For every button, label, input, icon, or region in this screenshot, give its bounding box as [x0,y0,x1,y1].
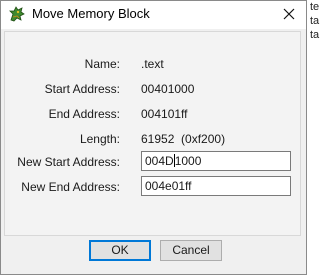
end-address-label: End Address: [48,107,120,121]
title-bar[interactable]: Move Memory Block [1,1,306,29]
new-start-address-input[interactable]: 004D1000 [141,151,291,171]
new-start-text-after-caret: 1000 [174,154,202,168]
ok-button[interactable]: OK [89,240,151,261]
length-label: Length: [79,132,120,146]
length-hex: (0xf200) [181,132,226,146]
length-value: 61952 (0xf200) [141,132,225,146]
name-label: Name: [84,57,120,71]
name-value: .text [141,57,164,71]
move-memory-block-dialog: Move Memory Block Name: .text Start Addr… [0,0,307,275]
background-text-line: te [310,1,320,13]
close-icon [283,8,295,20]
end-address-row: End Address: 004101ff [5,103,305,125]
new-start-address-label: New Start Address: [17,155,120,169]
app-dragon-icon [9,6,25,22]
new-end-address-input[interactable]: 004e01ff [141,176,291,196]
start-address-label: Start Address: [44,82,120,96]
close-button[interactable] [274,1,304,27]
dialog-content: Name: .text Start Address: 00401000 End … [4,31,301,236]
new-start-address-row: New Start Address: 004D1000 [5,151,305,173]
background-text-line: ta [310,15,320,27]
cancel-button[interactable]: Cancel [160,240,222,261]
length-row: Length: 61952 (0xf200) [5,128,305,150]
button-bar [1,237,306,274]
background-text-line: ta [310,29,320,41]
dialog-title: Move Memory Block [32,6,150,21]
background-window-text: te ta ta [310,0,321,42]
start-address-row: Start Address: 00401000 [5,78,305,100]
name-row: Name: .text [5,53,305,75]
new-end-address-value: 004e01ff [145,179,192,193]
new-end-address-row: New End Address: 004e01ff [5,176,305,198]
new-start-text-before-caret: 004D [145,154,174,168]
length-decimal: 61952 [141,132,175,146]
new-end-address-label: New End Address: [21,180,120,194]
end-address-value: 004101ff [141,107,188,121]
start-address-value: 00401000 [141,82,195,96]
